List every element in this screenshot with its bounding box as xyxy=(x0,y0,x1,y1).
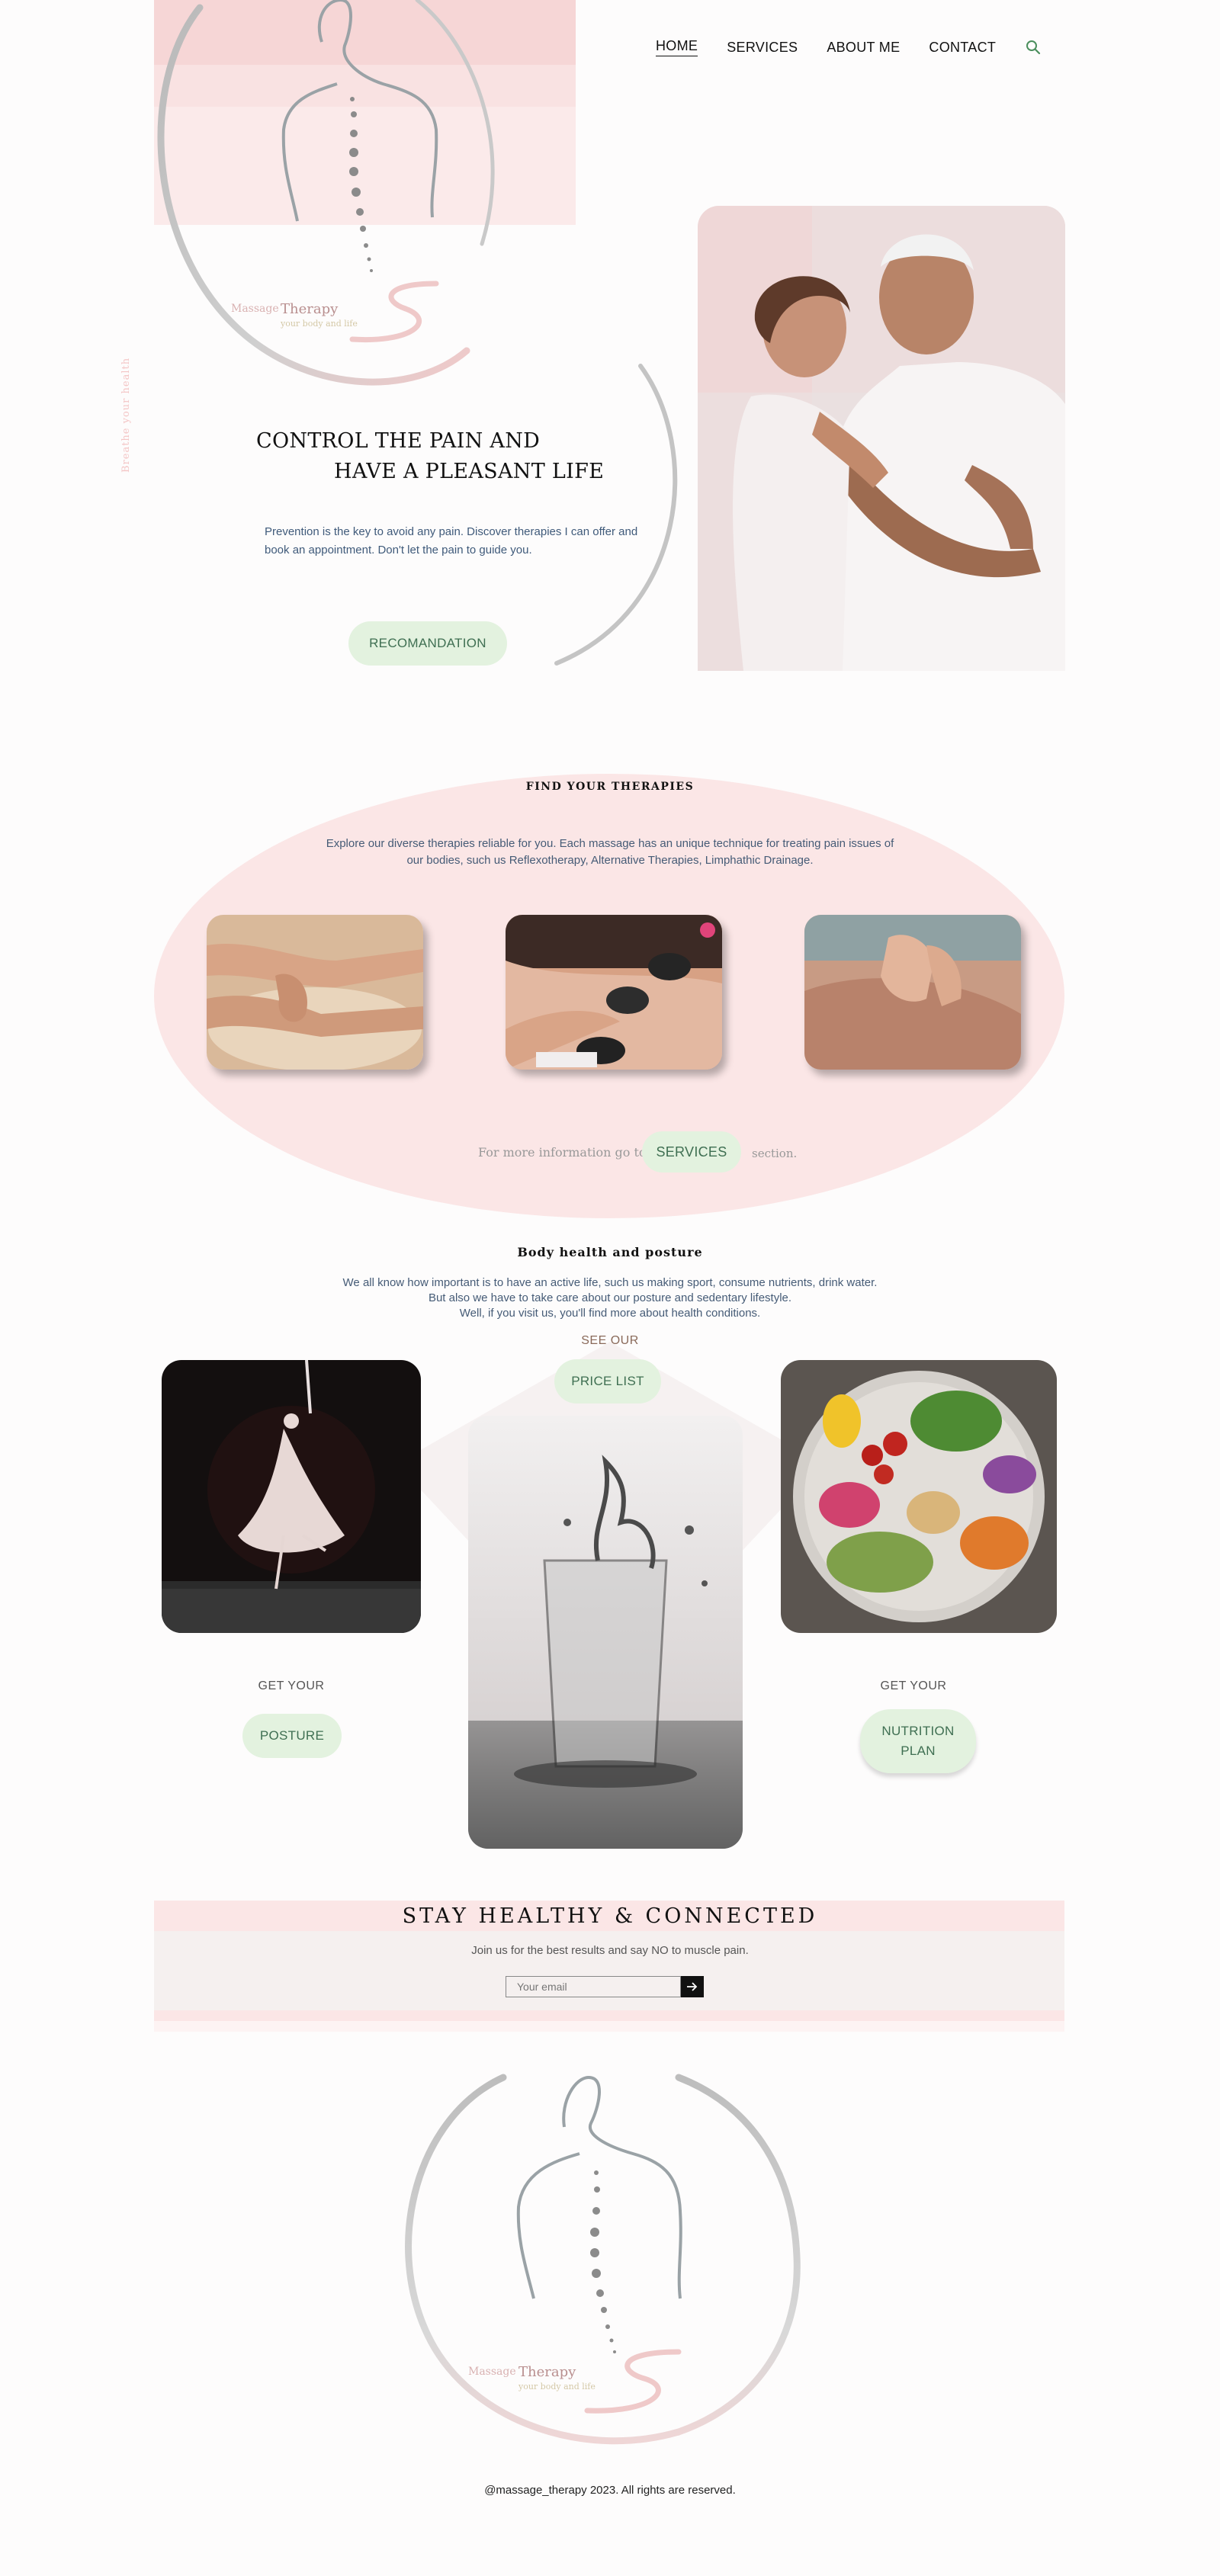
body-health-heading: Body health and posture xyxy=(517,1245,703,1259)
hero-arc-decoration xyxy=(554,364,678,666)
body-health-line2: But also we have to take care about our … xyxy=(428,1291,792,1304)
hero-logo-icon xyxy=(157,0,495,386)
nutrition-plan-line1: NUTRITION xyxy=(881,1724,955,1738)
nav-home[interactable]: HOME xyxy=(656,38,698,56)
email-input[interactable] xyxy=(506,1976,681,1997)
nav-contact[interactable]: CONTACT xyxy=(929,40,996,56)
body-health-line1: We all know how important is to have an … xyxy=(342,1276,878,1289)
footer-logo-brand-word1: Massage xyxy=(468,2366,516,2378)
hero-title-line1: CONTROL THE PAIN AND xyxy=(256,429,541,453)
logo-brand-word2: Therapy xyxy=(281,301,339,317)
body-health-line3: Well, if you visit us, you'll find more … xyxy=(459,1307,761,1320)
therapy-image-reflexology[interactable] xyxy=(207,915,423,1070)
hero-couple-photo xyxy=(698,206,1065,671)
recomandation-button[interactable]: RECOMANDATION xyxy=(348,621,507,666)
therapies-more-suffix: section. xyxy=(752,1147,798,1160)
posture-button[interactable]: POSTURE xyxy=(242,1714,342,1758)
get-your-posture-label: GET YOUR xyxy=(258,1679,325,1692)
dancer-image xyxy=(162,1360,421,1633)
price-list-button[interactable]: PRICE LIST xyxy=(554,1359,661,1403)
therapies-heading: FIND YOUR THERAPIES xyxy=(525,781,695,793)
nutrition-plan-button[interactable]: NUTRITION PLAN xyxy=(860,1709,976,1773)
nutrition-plan-line2: PLAN xyxy=(901,1744,936,1758)
newsletter-subtext: Join us for the best results and say NO … xyxy=(471,1944,749,1957)
newsletter-heading: STAY HEALTHY & CONNECTED xyxy=(402,1904,818,1928)
main-nav: HOME SERVICES ABOUT ME CONTACT xyxy=(656,38,1042,56)
logo-tagline: your body and life xyxy=(281,319,358,329)
footer-copyright: @massage_therapy 2023. All rights are re… xyxy=(484,2484,736,2497)
nav-about-me[interactable]: ABOUT ME xyxy=(827,40,900,56)
get-your-nutrition-label: GET YOUR xyxy=(880,1679,947,1692)
salad-bowl-image xyxy=(781,1360,1057,1633)
services-button[interactable]: SERVICES xyxy=(642,1131,741,1173)
therapies-more-prefix: For more information go to xyxy=(478,1145,647,1160)
footer-logo-brand-word2: Therapy xyxy=(518,2364,576,2380)
logo-brand-word1: Massage xyxy=(231,303,279,315)
vertical-slogan: Breathe your health xyxy=(120,357,132,473)
arrow-right-icon[interactable] xyxy=(681,1976,704,1997)
therapy-image-drainage[interactable] xyxy=(804,915,1021,1070)
water-glass-image xyxy=(468,1416,743,1849)
therapies-description-line2: our bodies, such us Reflexotherapy, Alte… xyxy=(406,854,814,867)
footer-logo-icon xyxy=(405,2074,801,2445)
nav-services[interactable]: SERVICES xyxy=(727,40,798,56)
newsletter-bottom-band xyxy=(154,2010,1064,2032)
search-icon[interactable] xyxy=(1025,39,1042,56)
therapies-description-line1: Explore our diverse therapies reliable f… xyxy=(326,837,894,850)
therapy-image-hot-stones[interactable] xyxy=(506,915,722,1070)
footer-logo-tagline: your body and life xyxy=(518,2382,596,2392)
